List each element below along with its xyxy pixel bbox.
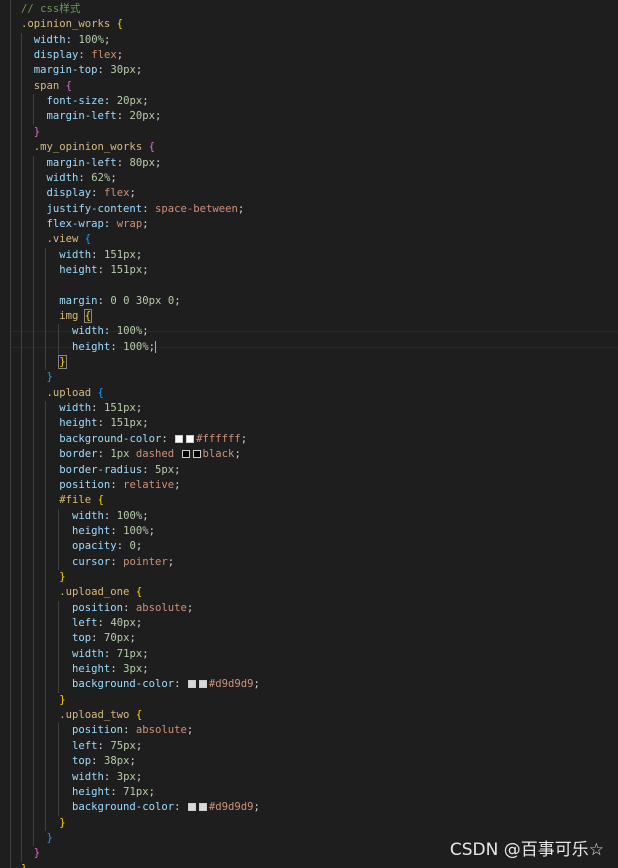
color-swatch-icon[interactable] bbox=[186, 434, 195, 443]
code-line[interactable]: } bbox=[21, 862, 27, 868]
code-line[interactable]: left: 40px; bbox=[21, 616, 142, 631]
code-line[interactable]: height: 100%; bbox=[21, 340, 156, 355]
indent-guide bbox=[45, 401, 47, 831]
code-line[interactable]: top: 70px; bbox=[21, 631, 136, 646]
code-line[interactable]: position: absolute; bbox=[21, 601, 193, 616]
code-line[interactable]: font-size: 20px; bbox=[21, 94, 149, 109]
color-swatch-icon[interactable] bbox=[187, 680, 196, 689]
color-swatch-icon[interactable] bbox=[175, 434, 184, 443]
code-line[interactable]: left: 75px; bbox=[21, 739, 142, 754]
code-line[interactable]: width: 151px; bbox=[21, 401, 142, 416]
code-line[interactable]: } bbox=[21, 846, 40, 861]
code-line[interactable]: } bbox=[21, 355, 67, 370]
indent-guide bbox=[57, 324, 59, 356]
indent-guide bbox=[45, 247, 47, 371]
code-line[interactable]: border: 1px dashed black; bbox=[21, 447, 241, 462]
code-line[interactable]: background-color: #ffffff; bbox=[21, 432, 247, 447]
code-editor[interactable]: CSDN @百事可乐☆ // css样式 .opinion_works { wid… bbox=[0, 0, 618, 868]
code-line[interactable]: .opinion_works { bbox=[21, 17, 123, 32]
code-line[interactable]: margin-left: 20px; bbox=[21, 109, 162, 124]
color-swatch-icon[interactable] bbox=[198, 680, 207, 689]
code-line[interactable]: flex-wrap: wrap; bbox=[21, 217, 149, 232]
code-line[interactable]: display: flex; bbox=[21, 186, 136, 201]
text-cursor bbox=[155, 340, 156, 353]
code-line[interactable]: width: 100%; bbox=[21, 33, 111, 48]
code-line[interactable]: justify-content: space-between; bbox=[21, 202, 245, 217]
color-swatch-icon[interactable] bbox=[187, 803, 196, 812]
color-swatch-icon[interactable] bbox=[181, 450, 190, 459]
code-line[interactable]: .my_opinion_works { bbox=[21, 140, 155, 155]
code-line[interactable]: .upload_two { bbox=[21, 708, 142, 723]
watermark: CSDN @百事可乐☆ bbox=[449, 840, 604, 860]
code-line[interactable]: span { bbox=[21, 79, 72, 94]
indent-guide bbox=[21, 32, 22, 862]
code-line[interactable]: .view { bbox=[21, 232, 92, 247]
code-line[interactable]: display: flex; bbox=[21, 48, 123, 63]
indent-guide bbox=[57, 508, 59, 570]
code-line[interactable]: width: 3px; bbox=[21, 770, 142, 785]
indent-guide bbox=[33, 94, 35, 125]
code-line[interactable]: height: 151px; bbox=[21, 416, 148, 431]
code-line[interactable]: width: 151px; bbox=[21, 248, 142, 263]
code-line[interactable]: } bbox=[21, 693, 65, 708]
code-line[interactable]: } bbox=[21, 570, 65, 585]
code-line[interactable]: cursor: pointer; bbox=[21, 555, 174, 570]
code-line[interactable]: width: 71px; bbox=[21, 647, 149, 662]
color-swatch-icon[interactable] bbox=[198, 803, 207, 812]
code-line[interactable]: height: 71px; bbox=[21, 785, 155, 800]
code-line[interactable]: height: 151px; bbox=[21, 263, 148, 278]
code-line[interactable]: margin-left: 80px; bbox=[21, 156, 162, 171]
indent-guide bbox=[10, 0, 11, 868]
code-line[interactable]: width: 100%; bbox=[21, 324, 149, 339]
indent-guide bbox=[57, 723, 59, 816]
code-line[interactable]: .upload_one { bbox=[21, 585, 142, 600]
code-line[interactable]: height: 100%; bbox=[21, 524, 155, 539]
code-line[interactable]: height: 3px; bbox=[21, 662, 149, 677]
code-line[interactable]: // css样式 bbox=[21, 2, 80, 17]
code-line[interactable]: } bbox=[21, 125, 40, 140]
code-line[interactable]: } bbox=[21, 370, 53, 385]
code-line[interactable]: } bbox=[21, 831, 53, 846]
code-line[interactable]: width: 100%; bbox=[21, 509, 149, 524]
code-line[interactable]: opacity: 0; bbox=[21, 539, 142, 554]
code-line[interactable]: img { bbox=[21, 309, 93, 324]
code-line[interactable]: } bbox=[21, 816, 65, 831]
code-line[interactable]: margin-top: 30px; bbox=[21, 63, 142, 78]
code-line[interactable]: top: 38px; bbox=[21, 754, 136, 769]
code-line[interactable]: position: absolute; bbox=[21, 723, 193, 738]
color-swatch-icon[interactable] bbox=[192, 450, 201, 459]
indent-guide bbox=[57, 600, 59, 693]
indent-guide bbox=[33, 155, 35, 847]
code-line[interactable]: width: 62%; bbox=[21, 171, 117, 186]
